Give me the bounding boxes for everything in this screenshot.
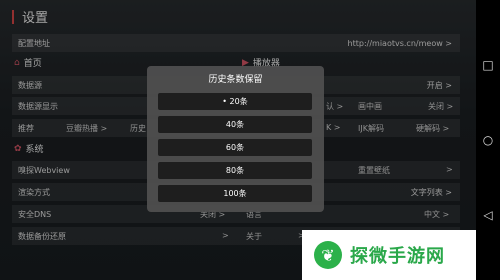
option-100[interactable]: 100条 [158,185,312,202]
nav-back-button[interactable]: ◁ [481,208,495,222]
history-count-dialog: 历史条数保留 • 20条 40条 60条 80条 100条 [147,66,324,212]
option-40[interactable]: 40条 [158,116,312,133]
watermark-text: 探微手游网 [350,246,445,267]
nav-home-button[interactable]: ○ [481,133,495,147]
watermark-leaf-icon: ❦ [314,241,342,269]
dialog-title: 历史条数保留 [208,75,263,85]
option-80[interactable]: 80条 [158,162,312,179]
android-nav-bar: □ ○ ◁ [476,0,500,280]
watermark-logo: ❦ 探微手游网 [302,230,476,280]
option-20[interactable]: • 20条 [158,93,312,110]
option-60[interactable]: 60条 [158,139,312,156]
nav-recent-button[interactable]: □ [481,58,495,72]
